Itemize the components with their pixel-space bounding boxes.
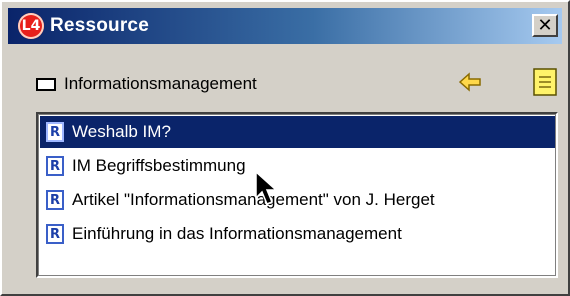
list-item-label: IM Begriffsbestimmung	[72, 156, 246, 175]
list-item[interactable]: R Artikel "Informationsmanagement" von J…	[40, 184, 555, 216]
resource-icon: R	[46, 190, 64, 210]
list-item-label: Einführung in das Informationsmanagement	[72, 224, 402, 243]
app-logo-icon: L4	[18, 13, 44, 39]
close-icon: ✕	[537, 14, 553, 36]
list-item[interactable]: R Einführung in das Informationsmanageme…	[40, 218, 555, 250]
resource-icon: R	[46, 122, 64, 142]
list-item-label: Weshalb IM?	[72, 122, 171, 141]
back-arrow-icon[interactable]	[458, 72, 482, 92]
resource-group-title: Informationsmanagement	[64, 74, 257, 93]
resource-window: L4 Ressource ✕ Informationsmanagement R …	[0, 0, 570, 296]
close-button[interactable]: ✕	[532, 14, 558, 37]
resource-icon: R	[46, 156, 64, 176]
list-item[interactable]: R Weshalb IM?	[40, 116, 555, 148]
window-frame-icon	[36, 77, 56, 91]
title-bar[interactable]: L4 Ressource ✕	[8, 8, 562, 44]
resource-list[interactable]: R Weshalb IM? R IM Begriffsbestimmung R …	[36, 112, 558, 278]
window-title: Ressource	[50, 15, 149, 36]
resource-header: Informationsmanagement	[36, 68, 558, 100]
resource-icon: R	[46, 224, 64, 244]
mouse-pointer-icon	[255, 170, 278, 205]
list-item[interactable]: R IM Begriffsbestimmung	[40, 150, 555, 182]
note-icon[interactable]	[532, 68, 558, 96]
